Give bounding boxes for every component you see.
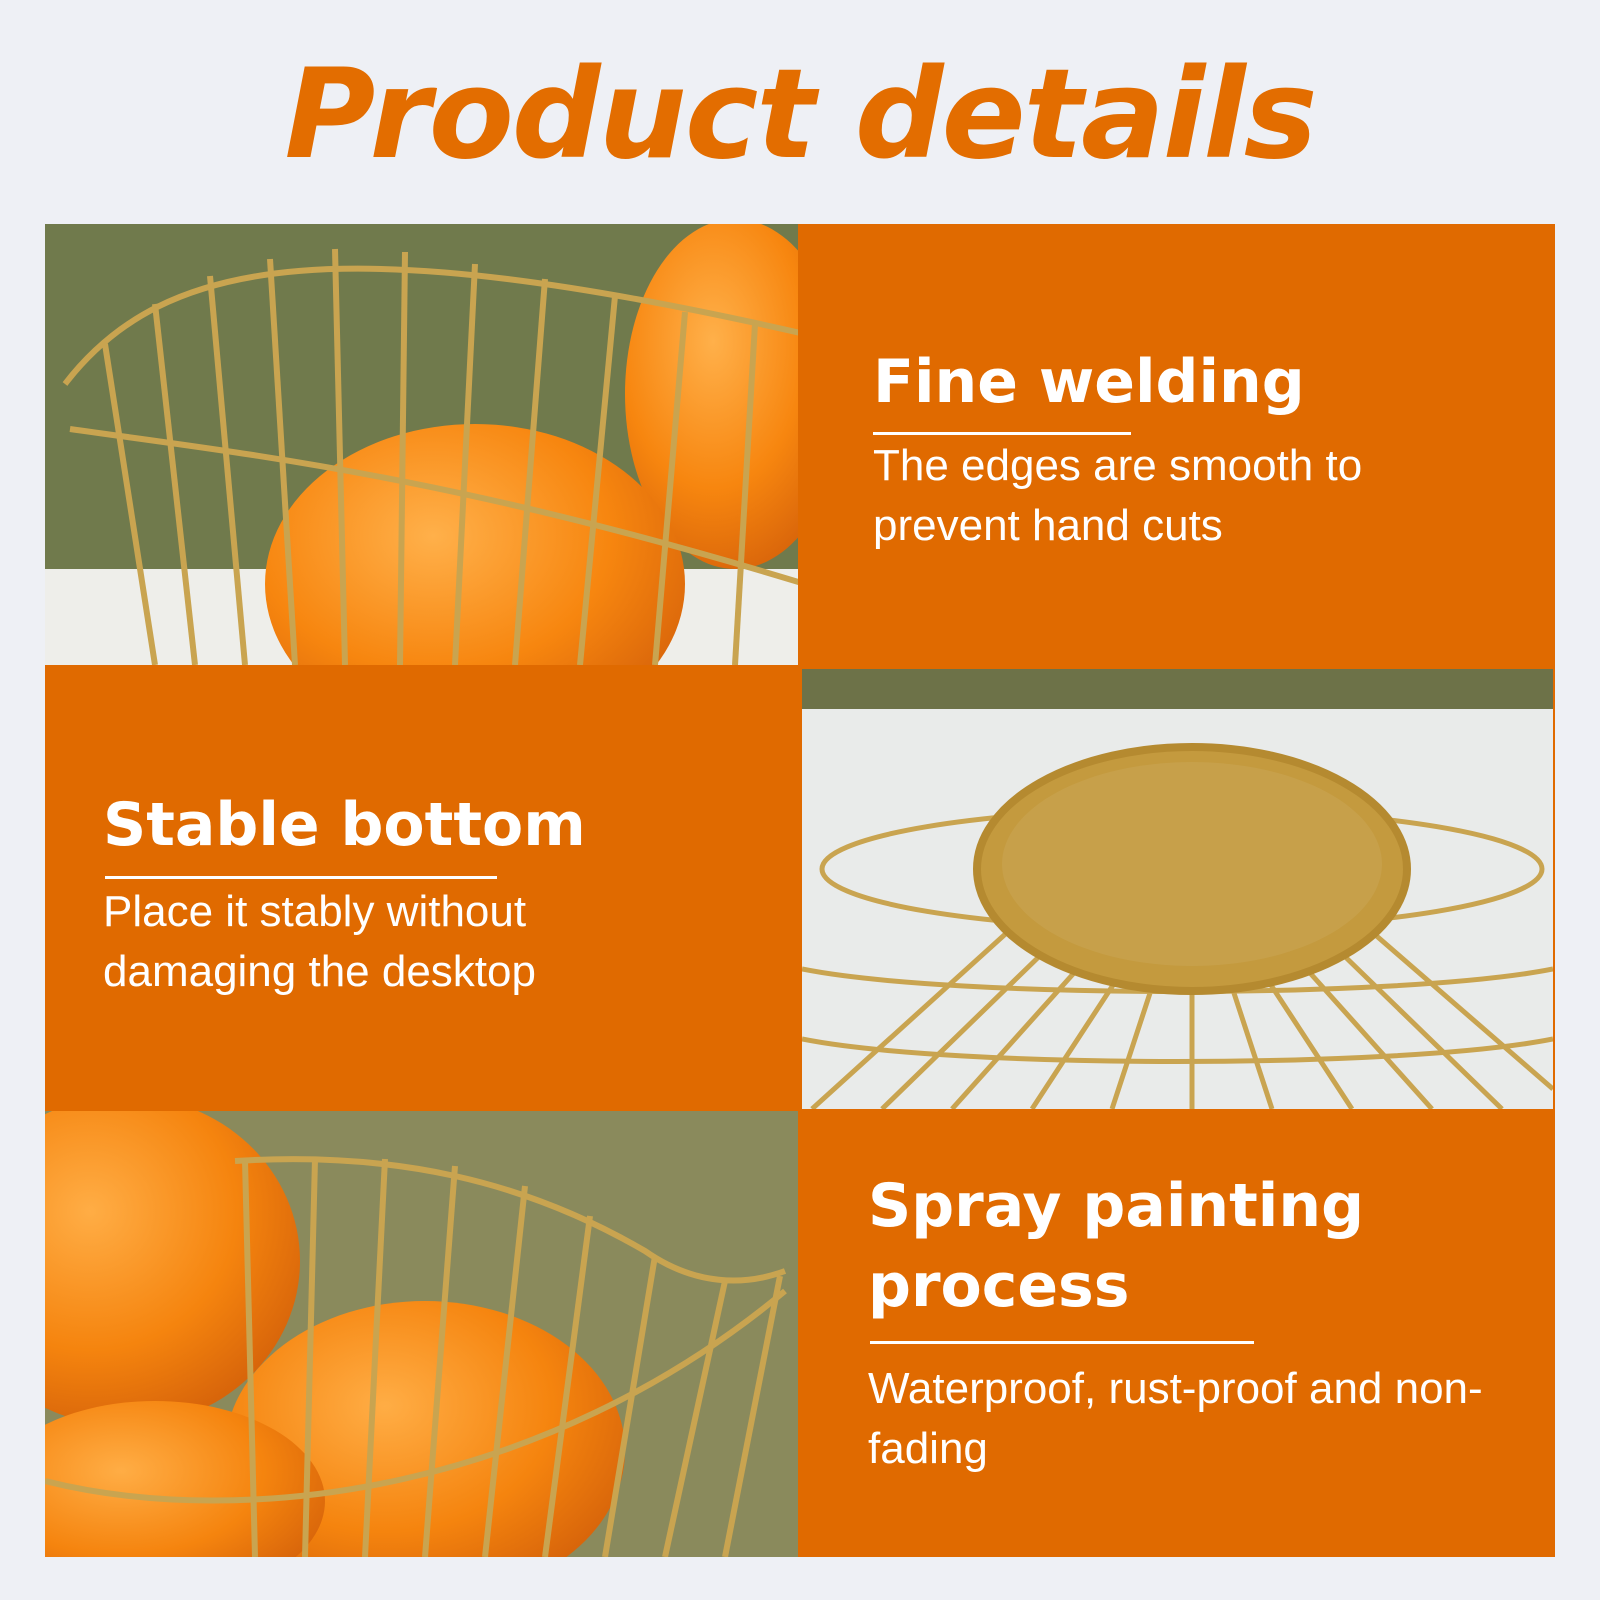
feature-description: The edges are smooth to prevent hand cut… (873, 441, 1363, 550)
feature-grid: Fine welding The edges are smooth to pre… (45, 224, 1555, 1557)
feature-heading: Spray painting process (868, 1171, 1365, 1321)
feature-heading: Fine welding (873, 347, 1305, 417)
heading-underline (105, 876, 497, 879)
feature-card-stable-bottom: Stable bottom Place it stably without da… (45, 665, 798, 1111)
feature-photo-spray-painting (45, 1111, 798, 1557)
page-title: Product details (284, 43, 1317, 187)
feature-description: Waterproof, rust-proof and non-fading (868, 1364, 1483, 1473)
feature-photo-fine-welding (45, 224, 798, 665)
heading-underline (873, 432, 1131, 435)
feature-photo-stable-bottom (802, 669, 1553, 1109)
feature-card-spray-painting: Spray painting process Waterproof, rust-… (798, 1111, 1555, 1557)
heading-underline (870, 1341, 1254, 1344)
feature-description: Place it stably without damaging the des… (103, 887, 536, 996)
feature-heading: Stable bottom (103, 790, 586, 860)
feature-card-fine-welding: Fine welding The edges are smooth to pre… (798, 224, 1555, 665)
